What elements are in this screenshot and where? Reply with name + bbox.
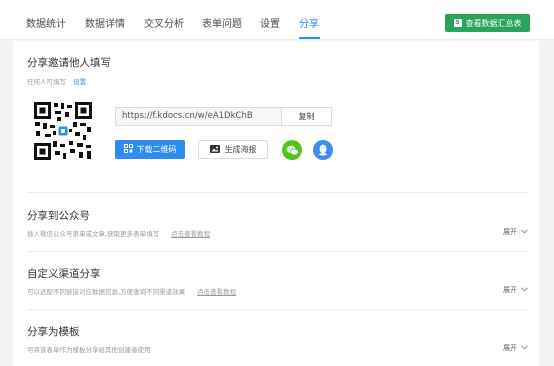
custom-channel-tutorial-link[interactable]: 点击查看教程 [197, 288, 236, 296]
official-account-desc-line: 插入微信公众号菜单或文章,获取更多表单填写 点击查看教程 [27, 228, 210, 238]
chevron-down-icon [521, 228, 528, 236]
tab-settings[interactable]: 设置 [260, 15, 280, 30]
official-account-description: 插入微信公众号菜单或文章,获取更多表单填写 [27, 230, 160, 238]
template-share-description: 可将该表单作为模板分享给其他创建者使用 [27, 346, 151, 354]
qr-code [33, 101, 93, 161]
custom-channel-expand[interactable]: 展开 [503, 285, 528, 295]
copy-button[interactable]: 复制 [281, 107, 332, 126]
expand-label: 展开 [503, 228, 517, 236]
top-nav-bar: 数据统计 数据详情 交叉分析 表单问题 设置 分享 S 查看数据汇总表 [0, 0, 554, 40]
invite-section-title: 分享邀请他人填写 [27, 57, 111, 69]
view-summary-label: 查看数据汇总表 [465, 18, 522, 28]
view-summary-button[interactable]: S 查看数据汇总表 [445, 14, 530, 32]
official-account-expand[interactable]: 展开 [503, 227, 528, 237]
custom-channel-title: 自定义渠道分享 [27, 268, 101, 280]
qq-share-button[interactable] [313, 140, 333, 160]
permission-line: 任何人可填写 设置 [27, 76, 86, 86]
tab-data-details[interactable]: 数据详情 [85, 15, 125, 30]
share-url-input[interactable]: https://f.kdocs.cn/w/eA1DkChB [115, 107, 282, 126]
official-account-tutorial-link[interactable]: 点击查看教程 [171, 230, 210, 238]
expand-label: 展开 [503, 286, 517, 294]
generate-poster-button[interactable]: 生成海报 [198, 140, 268, 159]
permission-text: 任何人可填写 [27, 78, 66, 86]
table-icon: S [453, 19, 462, 27]
wechat-share-button[interactable] [282, 140, 302, 160]
official-account-title: 分享到公众号 [27, 210, 90, 222]
section-divider [27, 192, 530, 193]
section-divider [27, 309, 530, 310]
chevron-down-icon [521, 286, 528, 294]
tab-form-questions[interactable]: 表单问题 [202, 15, 242, 30]
permission-settings-link[interactable]: 设置 [73, 78, 86, 86]
tab-share[interactable]: 分享 [299, 15, 319, 30]
active-tab-indicator [299, 37, 320, 39]
image-icon [209, 144, 220, 155]
download-qr-label: 下载二维码 [136, 145, 177, 154]
wechat-icon [286, 141, 299, 160]
template-share-expand[interactable]: 展开 [503, 343, 528, 353]
template-share-title: 分享为模板 [27, 326, 80, 338]
custom-channel-desc-line: 可以适配不同链接对应数据信息,方便查询不同渠道效果 点击查看教程 [27, 286, 236, 296]
custom-channel-description: 可以适配不同链接对应数据信息,方便查询不同渠道效果 [27, 288, 186, 296]
qr-code-icon [123, 144, 133, 155]
qq-icon [318, 141, 328, 160]
tab-data-statistics[interactable]: 数据统计 [26, 15, 66, 30]
share-panel: 分享邀请他人填写 任何人可填写 设置 https://f.kdocs.cn/w/… [13, 41, 539, 366]
expand-label: 展开 [503, 344, 517, 352]
chevron-down-icon [521, 344, 528, 352]
tab-cross-analysis[interactable]: 交叉分析 [144, 15, 184, 30]
download-qr-button[interactable]: 下载二维码 [115, 140, 185, 159]
section-divider [27, 251, 530, 252]
generate-poster-label: 生成海报 [224, 145, 257, 154]
